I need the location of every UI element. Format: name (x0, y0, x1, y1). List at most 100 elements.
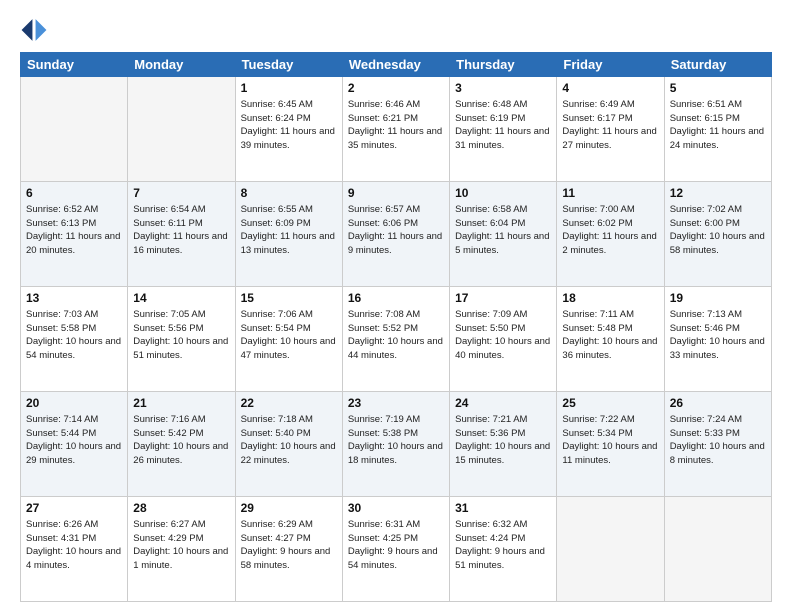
day-cell: 11Sunrise: 7:00 AMSunset: 6:02 PMDayligh… (557, 182, 664, 287)
day-info: Sunrise: 7:19 AMSunset: 5:38 PMDaylight:… (348, 413, 444, 468)
day-number: 1 (241, 80, 337, 97)
day-cell: 22Sunrise: 7:18 AMSunset: 5:40 PMDayligh… (235, 392, 342, 497)
col-header-sunday: Sunday (21, 53, 128, 77)
calendar-table: SundayMondayTuesdayWednesdayThursdayFrid… (20, 52, 772, 602)
day-cell: 8Sunrise: 6:55 AMSunset: 6:09 PMDaylight… (235, 182, 342, 287)
day-number: 12 (670, 185, 766, 202)
col-header-monday: Monday (128, 53, 235, 77)
day-number: 27 (26, 500, 122, 517)
day-cell: 6Sunrise: 6:52 AMSunset: 6:13 PMDaylight… (21, 182, 128, 287)
day-cell: 30Sunrise: 6:31 AMSunset: 4:25 PMDayligh… (342, 497, 449, 602)
week-row-1: 1Sunrise: 6:45 AMSunset: 6:24 PMDaylight… (21, 77, 772, 182)
day-info: Sunrise: 6:52 AMSunset: 6:13 PMDaylight:… (26, 203, 122, 258)
day-number: 26 (670, 395, 766, 412)
day-number: 23 (348, 395, 444, 412)
day-number: 2 (348, 80, 444, 97)
day-info: Sunrise: 6:45 AMSunset: 6:24 PMDaylight:… (241, 98, 337, 153)
logo-icon (20, 16, 48, 44)
day-number: 11 (562, 185, 658, 202)
day-number: 13 (26, 290, 122, 307)
day-info: Sunrise: 6:55 AMSunset: 6:09 PMDaylight:… (241, 203, 337, 258)
day-info: Sunrise: 6:54 AMSunset: 6:11 PMDaylight:… (133, 203, 229, 258)
day-info: Sunrise: 6:48 AMSunset: 6:19 PMDaylight:… (455, 98, 551, 153)
day-info: Sunrise: 6:32 AMSunset: 4:24 PMDaylight:… (455, 518, 551, 573)
day-number: 10 (455, 185, 551, 202)
day-cell: 26Sunrise: 7:24 AMSunset: 5:33 PMDayligh… (664, 392, 771, 497)
day-number: 19 (670, 290, 766, 307)
day-cell: 10Sunrise: 6:58 AMSunset: 6:04 PMDayligh… (450, 182, 557, 287)
day-info: Sunrise: 7:18 AMSunset: 5:40 PMDaylight:… (241, 413, 337, 468)
day-cell: 18Sunrise: 7:11 AMSunset: 5:48 PMDayligh… (557, 287, 664, 392)
col-header-friday: Friday (557, 53, 664, 77)
day-cell: 21Sunrise: 7:16 AMSunset: 5:42 PMDayligh… (128, 392, 235, 497)
day-info: Sunrise: 7:06 AMSunset: 5:54 PMDaylight:… (241, 308, 337, 363)
day-info: Sunrise: 6:58 AMSunset: 6:04 PMDaylight:… (455, 203, 551, 258)
day-cell: 16Sunrise: 7:08 AMSunset: 5:52 PMDayligh… (342, 287, 449, 392)
day-number: 8 (241, 185, 337, 202)
day-number: 7 (133, 185, 229, 202)
day-cell (557, 497, 664, 602)
day-number: 16 (348, 290, 444, 307)
day-info: Sunrise: 7:21 AMSunset: 5:36 PMDaylight:… (455, 413, 551, 468)
day-cell (664, 497, 771, 602)
day-info: Sunrise: 7:00 AMSunset: 6:02 PMDaylight:… (562, 203, 658, 258)
day-number: 20 (26, 395, 122, 412)
day-info: Sunrise: 6:27 AMSunset: 4:29 PMDaylight:… (133, 518, 229, 573)
day-cell: 3Sunrise: 6:48 AMSunset: 6:19 PMDaylight… (450, 77, 557, 182)
week-row-3: 13Sunrise: 7:03 AMSunset: 5:58 PMDayligh… (21, 287, 772, 392)
day-cell: 2Sunrise: 6:46 AMSunset: 6:21 PMDaylight… (342, 77, 449, 182)
day-number: 21 (133, 395, 229, 412)
col-header-saturday: Saturday (664, 53, 771, 77)
week-row-2: 6Sunrise: 6:52 AMSunset: 6:13 PMDaylight… (21, 182, 772, 287)
day-number: 18 (562, 290, 658, 307)
day-cell: 15Sunrise: 7:06 AMSunset: 5:54 PMDayligh… (235, 287, 342, 392)
day-cell: 29Sunrise: 6:29 AMSunset: 4:27 PMDayligh… (235, 497, 342, 602)
day-cell: 20Sunrise: 7:14 AMSunset: 5:44 PMDayligh… (21, 392, 128, 497)
day-number: 30 (348, 500, 444, 517)
day-cell: 28Sunrise: 6:27 AMSunset: 4:29 PMDayligh… (128, 497, 235, 602)
day-info: Sunrise: 7:09 AMSunset: 5:50 PMDaylight:… (455, 308, 551, 363)
week-row-5: 27Sunrise: 6:26 AMSunset: 4:31 PMDayligh… (21, 497, 772, 602)
day-info: Sunrise: 7:22 AMSunset: 5:34 PMDaylight:… (562, 413, 658, 468)
day-number: 9 (348, 185, 444, 202)
day-info: Sunrise: 6:49 AMSunset: 6:17 PMDaylight:… (562, 98, 658, 153)
day-info: Sunrise: 6:26 AMSunset: 4:31 PMDaylight:… (26, 518, 122, 573)
day-cell: 13Sunrise: 7:03 AMSunset: 5:58 PMDayligh… (21, 287, 128, 392)
col-header-tuesday: Tuesday (235, 53, 342, 77)
day-number: 15 (241, 290, 337, 307)
day-cell: 17Sunrise: 7:09 AMSunset: 5:50 PMDayligh… (450, 287, 557, 392)
day-number: 24 (455, 395, 551, 412)
day-cell: 5Sunrise: 6:51 AMSunset: 6:15 PMDaylight… (664, 77, 771, 182)
day-cell: 9Sunrise: 6:57 AMSunset: 6:06 PMDaylight… (342, 182, 449, 287)
day-cell: 1Sunrise: 6:45 AMSunset: 6:24 PMDaylight… (235, 77, 342, 182)
day-number: 3 (455, 80, 551, 97)
page: SundayMondayTuesdayWednesdayThursdayFrid… (0, 0, 792, 612)
day-cell: 27Sunrise: 6:26 AMSunset: 4:31 PMDayligh… (21, 497, 128, 602)
day-cell: 23Sunrise: 7:19 AMSunset: 5:38 PMDayligh… (342, 392, 449, 497)
logo (20, 16, 52, 44)
day-cell: 4Sunrise: 6:49 AMSunset: 6:17 PMDaylight… (557, 77, 664, 182)
day-number: 29 (241, 500, 337, 517)
day-cell: 7Sunrise: 6:54 AMSunset: 6:11 PMDaylight… (128, 182, 235, 287)
day-cell (128, 77, 235, 182)
day-number: 31 (455, 500, 551, 517)
day-cell: 31Sunrise: 6:32 AMSunset: 4:24 PMDayligh… (450, 497, 557, 602)
day-info: Sunrise: 7:03 AMSunset: 5:58 PMDaylight:… (26, 308, 122, 363)
day-info: Sunrise: 7:02 AMSunset: 6:00 PMDaylight:… (670, 203, 766, 258)
day-info: Sunrise: 6:31 AMSunset: 4:25 PMDaylight:… (348, 518, 444, 573)
day-number: 22 (241, 395, 337, 412)
day-info: Sunrise: 7:13 AMSunset: 5:46 PMDaylight:… (670, 308, 766, 363)
day-number: 25 (562, 395, 658, 412)
day-cell: 14Sunrise: 7:05 AMSunset: 5:56 PMDayligh… (128, 287, 235, 392)
day-info: Sunrise: 7:14 AMSunset: 5:44 PMDaylight:… (26, 413, 122, 468)
day-info: Sunrise: 6:29 AMSunset: 4:27 PMDaylight:… (241, 518, 337, 573)
col-header-thursday: Thursday (450, 53, 557, 77)
day-cell: 19Sunrise: 7:13 AMSunset: 5:46 PMDayligh… (664, 287, 771, 392)
col-header-wednesday: Wednesday (342, 53, 449, 77)
day-number: 28 (133, 500, 229, 517)
week-row-4: 20Sunrise: 7:14 AMSunset: 5:44 PMDayligh… (21, 392, 772, 497)
day-number: 17 (455, 290, 551, 307)
day-info: Sunrise: 6:57 AMSunset: 6:06 PMDaylight:… (348, 203, 444, 258)
day-cell: 24Sunrise: 7:21 AMSunset: 5:36 PMDayligh… (450, 392, 557, 497)
day-info: Sunrise: 7:05 AMSunset: 5:56 PMDaylight:… (133, 308, 229, 363)
